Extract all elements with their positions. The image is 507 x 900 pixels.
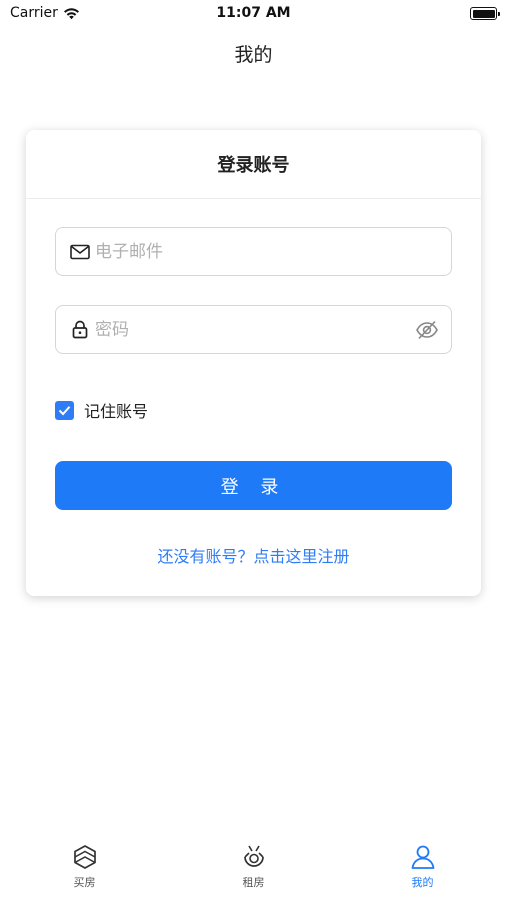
register-link[interactable]: 还没有账号？点击这里注册 [26,543,481,567]
email-input[interactable] [95,241,395,262]
status-time: 11:07 AM [216,5,291,21]
page-title: 我的 [234,44,273,66]
house-rent-icon [243,845,264,867]
tab-label-rent: 租房 [242,876,265,889]
login-card-title: 登录账号 [26,130,481,199]
email-field[interactable] [55,227,452,276]
lock-icon [69,319,91,341]
remember-label: 记住账号 [84,402,149,421]
checkmark-icon [58,405,71,415]
login-card: 登录账号 记住账号 [26,130,481,596]
person-icon [411,845,434,869]
tab-mine[interactable]: 我的 [338,836,507,900]
tab-rent-house[interactable]: 租房 [169,836,338,900]
mail-icon [69,241,91,263]
remember-checkbox[interactable] [55,400,74,420]
cube-icon [73,845,96,869]
battery-icon [470,7,500,20]
status-bar: Carrier 11:07 AM [0,0,507,28]
password-field[interactable] [55,305,452,354]
tab-label-buy: 买房 [73,876,96,889]
eye-slash-icon[interactable] [415,319,439,341]
login-button[interactable]: 登 录 [55,461,452,510]
tab-bar: 买房 租房 我的 [0,836,507,900]
tab-buy-house[interactable]: 买房 [0,836,169,900]
tab-label-mine: 我的 [411,876,434,889]
remember-account[interactable]: 记住账号 [55,398,148,422]
password-input[interactable] [95,319,395,340]
